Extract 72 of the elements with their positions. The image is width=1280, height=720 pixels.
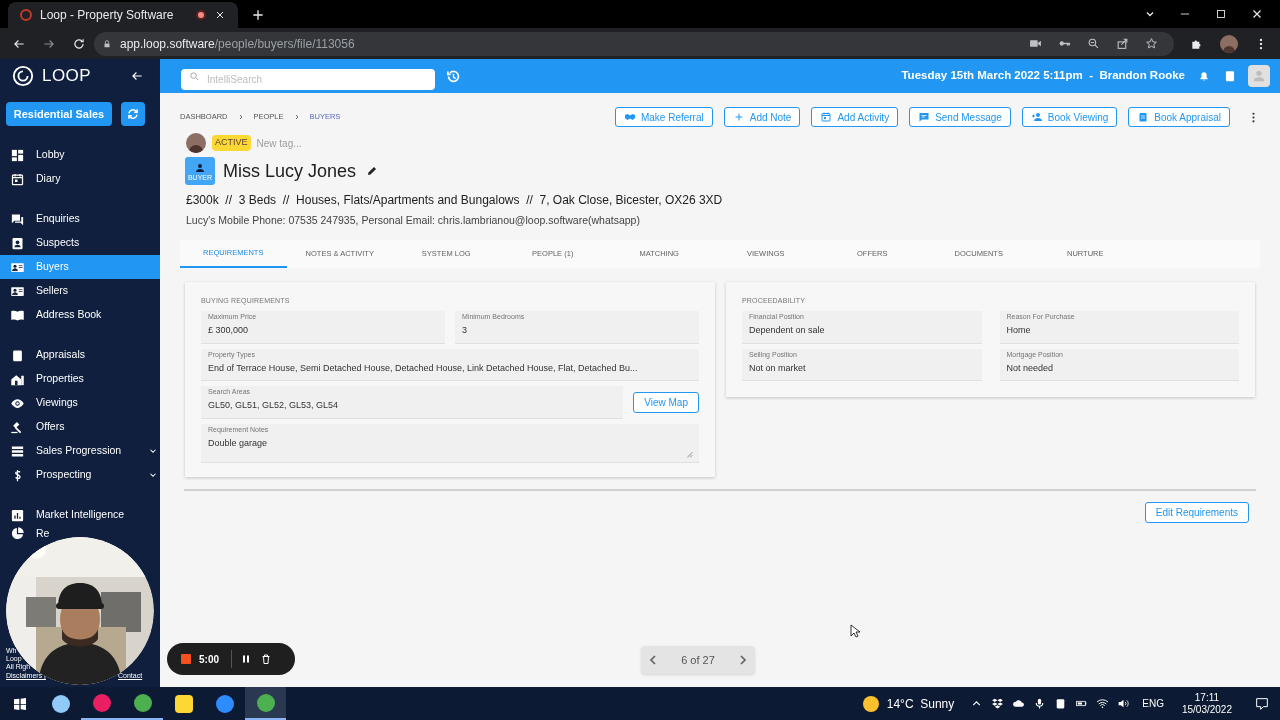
browser-tab[interactable]: Loop - Property Software [8,2,238,28]
nav-item[interactable]: Prospecting [0,463,160,487]
notification-icon[interactable] [1254,695,1270,712]
nav-item[interactable]: Lobby [0,143,160,167]
status-badge: ACTIVE [212,135,251,151]
lock-icon [102,38,112,49]
share-icon[interactable] [1116,37,1129,50]
nav-item[interactable]: Sellers [0,279,160,303]
tab-title: Loop - Property Software [40,7,174,24]
bookmark-star-icon[interactable] [1145,37,1158,50]
logo-icon [12,65,34,87]
dropbox-icon[interactable] [991,697,1005,710]
pause-icon[interactable] [240,653,252,665]
trash-icon[interactable] [260,653,272,665]
url-text: app.loop.software/people/buyers/file/113056 [120,35,355,53]
sync-icon [126,107,140,121]
weather-text: 14°C Sunny [886,695,955,713]
search-icon [189,70,200,82]
nav-item[interactable]: Appraisals [0,343,160,367]
pie-chart-icon [10,526,25,541]
id-badge-icon [10,235,25,251]
cursor-icon [850,624,860,638]
collapse-arrow-icon[interactable] [130,69,144,83]
page-count: 6 of 27 [681,652,715,668]
tag-input[interactable]: New tag... [256,135,337,151]
start-icon[interactable] [12,695,28,712]
calendar-icon [10,171,25,187]
person-add-icon [1030,111,1043,123]
speaker-icon[interactable] [1117,697,1131,710]
bar-chart-icon [10,507,25,523]
nav-item[interactable]: Viewings [0,391,160,415]
nav-item[interactable]: Address Book [0,303,160,327]
zoom-icon[interactable] [1087,37,1100,50]
language-indicator[interactable]: ENG [1142,696,1164,711]
camera-icon[interactable] [1029,37,1042,50]
wifi-icon[interactable] [1096,697,1110,710]
nav-item[interactable]: Suspects [0,231,160,255]
maximize-icon[interactable] [1214,7,1228,21]
close-icon[interactable] [214,9,226,21]
search-field[interactable]: IntelliSearch [181,68,435,90]
calendar-icon [820,111,833,123]
nav-item[interactable]: Offers [0,415,160,439]
avatar [186,133,206,153]
dashboard-icon [10,147,25,163]
recording-icon [196,10,206,20]
pencil-icon[interactable] [366,165,379,177]
brand-name: LOOP [42,65,91,88]
message-icon [918,111,931,123]
profile-avatar[interactable] [1220,34,1238,53]
nav-item[interactable]: Re [0,527,52,540]
contact-name: Miss Lucy Jones [223,159,357,183]
clock-time: 17:11 [1194,691,1220,704]
clock-date: 15/03/2022 [1181,703,1232,716]
resize-handle-icon[interactable] [686,450,693,458]
summary-text: £300k // 3 Beds // Houses, Flats/Apartments and Bungalows // 7, Oak Close, Bicester, OX26 3XD [185,192,724,209]
bell-icon[interactable] [1197,69,1211,83]
contact-details: Lucy's Mobile Phone: 07535 247935, Personal Email: chris.lambrianou@loop.software(whatsapp) [185,213,641,228]
recording-time: 5:00 [199,652,219,667]
address-bar[interactable]: app.loop.software/people/buyers/file/113056 [94,31,1174,56]
nav-item[interactable]: Properties [0,367,160,391]
reload-icon[interactable] [72,36,86,51]
new-tab-icon[interactable] [250,7,266,23]
date-user-text: Tuesday 15th March 2022 5:11pm - Brandon Rooke [901,68,1185,84]
sync-button[interactable] [121,102,145,126]
sun-icon [862,695,879,712]
nav-item[interactable]: Sales Progression [0,439,160,463]
nav-item[interactable]: Market Intelligence [0,503,160,527]
nav-item[interactable]: Diary [0,167,160,191]
taskbar-app[interactable] [245,687,286,720]
nav-item[interactable]: Enquiries [0,207,160,231]
favicon-icon [20,9,32,21]
cloud-icon[interactable] [1012,697,1026,710]
